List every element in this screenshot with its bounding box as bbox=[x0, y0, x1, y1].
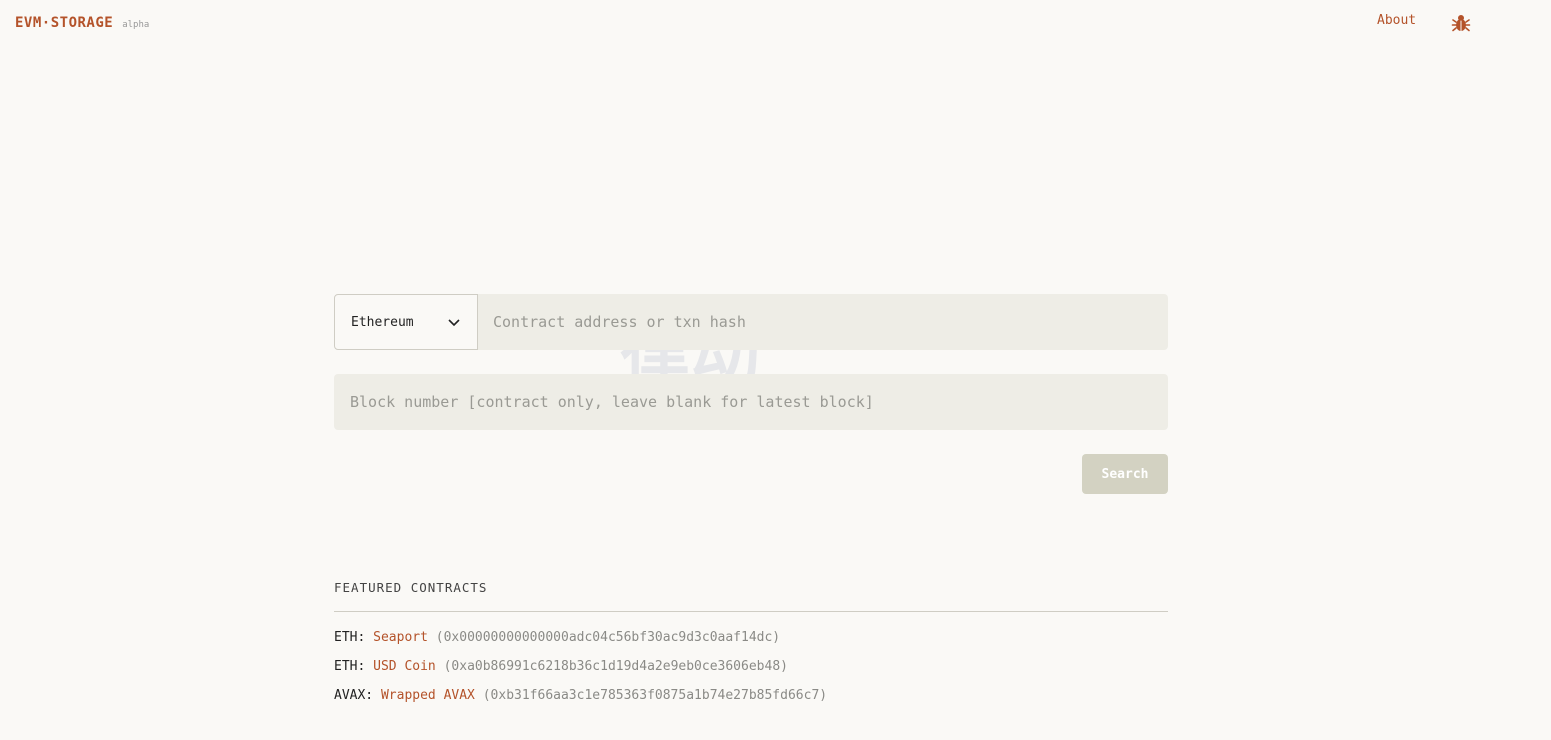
contract-link[interactable]: USD Coin bbox=[373, 659, 436, 674]
list-item: ETH: Seaport (0x00000000000000adc04c56bf… bbox=[334, 630, 1168, 646]
chain-label: ETH: bbox=[334, 659, 366, 674]
logo-text: EVM·STORAGE bbox=[15, 15, 114, 31]
featured-contracts: FEATURED CONTRACTS ETH: Seaport (0x00000… bbox=[334, 580, 1168, 704]
block-number-input[interactable] bbox=[334, 374, 1168, 430]
search-row: Ethereum bbox=[334, 294, 1168, 350]
alpha-badge: alpha bbox=[122, 20, 150, 30]
list-item: AVAX: Wrapped AVAX (0xb31f66aa3c1e785363… bbox=[334, 688, 1168, 704]
chain-label: ETH: bbox=[334, 630, 366, 645]
featured-title: FEATURED CONTRACTS bbox=[334, 580, 1168, 612]
bug-icon[interactable] bbox=[1451, 13, 1471, 33]
list-item: ETH: USD Coin (0xa0b86991c6218b36c1d19d4… bbox=[334, 659, 1168, 675]
contract-hash: (0xb31f66aa3c1e785363f0875a1b74e27b85fd6… bbox=[482, 688, 828, 703]
contract-link[interactable]: Seaport bbox=[373, 630, 428, 645]
chain-label: AVAX: bbox=[334, 688, 374, 703]
contract-hash: (0xa0b86991c6218b36c1d19d4a2e9eb0ce3606e… bbox=[443, 659, 788, 674]
search-button[interactable]: Search bbox=[1082, 454, 1168, 494]
network-selected: Ethereum bbox=[351, 314, 414, 330]
logo[interactable]: EVM·STORAGE alpha bbox=[15, 15, 149, 31]
contract-link[interactable]: Wrapped AVAX bbox=[381, 688, 475, 703]
address-input[interactable] bbox=[478, 294, 1168, 350]
about-link[interactable]: About bbox=[1377, 13, 1416, 28]
chevron-down-icon bbox=[448, 319, 460, 327]
network-select[interactable]: Ethereum bbox=[334, 294, 478, 350]
contract-hash: (0x00000000000000adc04c56bf30ac9d3c0aaf1… bbox=[435, 630, 781, 645]
